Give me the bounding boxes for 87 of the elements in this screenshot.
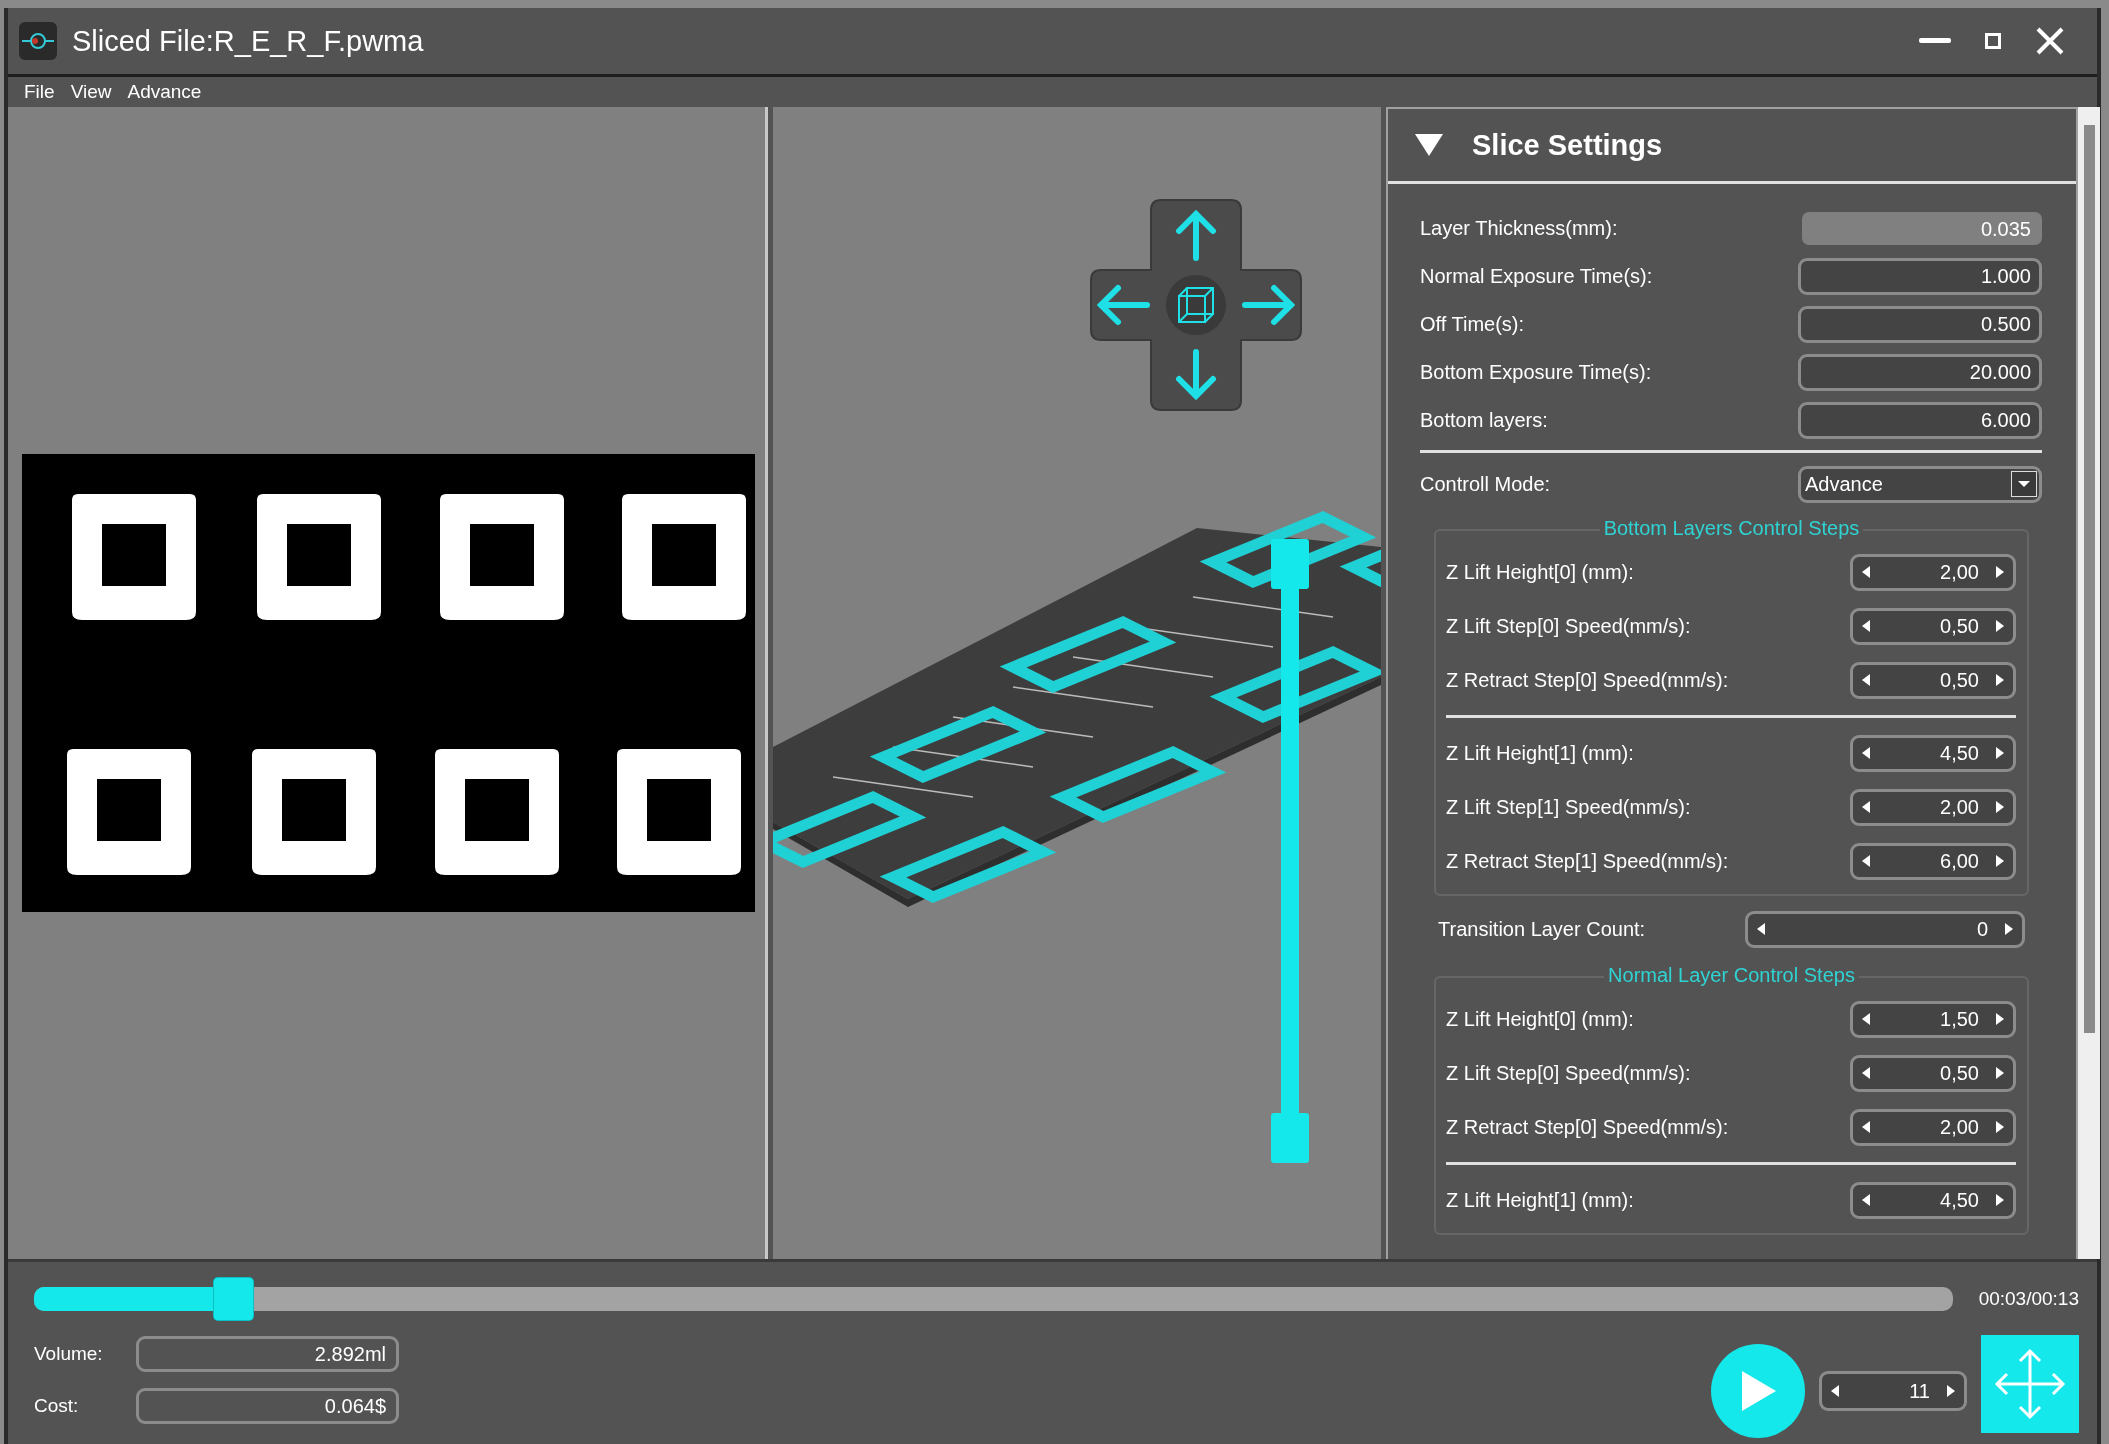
increment-arrow-icon[interactable] [1995, 673, 2005, 687]
decrement-arrow-icon[interactable] [1830, 1384, 1840, 1398]
group-title: Bottom Layers Control Steps [1599, 517, 1864, 539]
decrement-arrow-icon[interactable] [1861, 619, 1871, 633]
move-arrows-icon [1993, 1347, 2067, 1421]
increment-arrow-icon[interactable] [1995, 1066, 2005, 1080]
increment-arrow-icon[interactable] [1995, 1193, 2005, 1207]
decrement-arrow-icon[interactable] [1861, 1012, 1871, 1026]
arrow-up-icon[interactable] [1176, 209, 1216, 261]
decrement-arrow-icon[interactable] [1861, 1193, 1871, 1207]
number-spinner[interactable]: 0,50 [1850, 1054, 2016, 1092]
decrement-arrow-icon[interactable] [1861, 673, 1871, 687]
field-label: Layer Thickness(mm): [1420, 216, 1618, 240]
panel-title: Slice Settings [1472, 128, 1663, 162]
number-spinner[interactable]: 11 [1819, 1371, 1967, 1411]
readonly-field: 0.064$ [136, 1388, 399, 1424]
field-label: Z Lift Step[1] Speed(mm/s): [1446, 795, 1691, 819]
increment-arrow-icon[interactable] [1995, 746, 2005, 760]
app-logo-icon [18, 21, 58, 61]
number-spinner[interactable]: 0,50 [1850, 661, 2016, 699]
input-field[interactable]: 6.000 [1798, 401, 2042, 439]
decrement-arrow-icon[interactable] [1861, 1120, 1871, 1134]
field-label: Bottom Exposure Time(s): [1420, 360, 1652, 384]
increment-arrow-icon[interactable] [1995, 854, 2005, 868]
collapse-triangle-icon[interactable] [1414, 133, 1444, 157]
field-label: Z Lift Step[0] Speed(mm/s): [1446, 1061, 1691, 1085]
number-spinner[interactable]: 4,50 [1850, 734, 2016, 772]
slider-handle[interactable] [1271, 1113, 1309, 1163]
field-label: Volume: [34, 1343, 104, 1365]
menu-item[interactable]: Advance [119, 81, 210, 103]
decrement-arrow-icon[interactable] [1861, 565, 1871, 579]
field-label: Z Lift Height[1] (mm): [1446, 741, 1634, 765]
minimize-icon[interactable] [1919, 37, 1951, 45]
number-spinner[interactable]: 2,00 [1850, 788, 2016, 826]
increment-arrow-icon[interactable] [1946, 1384, 1956, 1398]
increment-arrow-icon[interactable] [2004, 922, 2014, 936]
time-label: 00:03/00:13 [1978, 1288, 2079, 1310]
mode-dropdown[interactable]: Advance [1798, 465, 2042, 503]
number-spinner[interactable]: 0 [1745, 910, 2025, 948]
number-spinner[interactable]: 4,50 [1850, 1181, 2016, 1219]
slider-thumb[interactable] [214, 1278, 253, 1320]
field-label: Normal Exposure Time(s): [1420, 264, 1653, 288]
increment-arrow-icon[interactable] [1995, 565, 2005, 579]
increment-arrow-icon[interactable] [1995, 800, 2005, 814]
decrement-arrow-icon[interactable] [1861, 854, 1871, 868]
number-spinner[interactable]: 6,00 [1850, 842, 2016, 880]
field-label: Controll Mode: [1420, 472, 1551, 496]
input-field[interactable]: 1.000 [1798, 257, 2042, 295]
number-spinner[interactable]: 2,00 [1850, 553, 2016, 591]
decrement-arrow-icon[interactable] [1861, 1066, 1871, 1080]
arrow-down-icon[interactable] [1176, 349, 1216, 401]
increment-arrow-icon[interactable] [1995, 1012, 2005, 1026]
field-label: Cost: [34, 1395, 80, 1417]
number-spinner[interactable]: 2,00 [1850, 1108, 2016, 1146]
close-icon[interactable] [2035, 26, 2065, 56]
decrement-arrow-icon[interactable] [1861, 800, 1871, 814]
arrow-right-icon[interactable] [1242, 285, 1296, 325]
decrement-arrow-icon[interactable] [1756, 922, 1766, 936]
field-label: Transition Layer Count: [1438, 917, 1646, 941]
nav-pad[interactable] [1090, 199, 1302, 411]
window-title: Sliced File:R_E_R_F.pwma [72, 24, 425, 58]
group-title: Normal Layer Control Steps [1604, 964, 1859, 986]
increment-arrow-icon[interactable] [1995, 1120, 2005, 1134]
number-spinner[interactable]: 0,50 [1850, 607, 2016, 645]
menu-item[interactable]: File [16, 81, 63, 103]
arrow-left-icon[interactable] [1096, 285, 1150, 325]
input-field[interactable]: 20.000 [1798, 353, 2042, 391]
slider-handle[interactable] [1271, 539, 1309, 589]
field-label: Z Retract Step[0] Speed(mm/s): [1446, 1115, 1729, 1139]
field-label: Z Lift Step[0] Speed(mm/s): [1446, 614, 1691, 638]
cube-icon[interactable] [1166, 275, 1226, 335]
field-label: Bottom layers: [1420, 408, 1548, 432]
readonly-field: 0.035 [1802, 211, 2042, 245]
dropdown-caret-icon[interactable] [2011, 471, 2037, 497]
field-label: Z Retract Step[0] Speed(mm/s): [1446, 668, 1729, 692]
decrement-arrow-icon[interactable] [1861, 746, 1871, 760]
input-field[interactable]: 0.500 [1798, 305, 2042, 343]
field-label: Off Time(s): [1420, 312, 1525, 336]
menu-item[interactable]: View [62, 81, 120, 103]
maximize-icon[interactable] [1985, 33, 2001, 49]
field-label: Z Retract Step[1] Speed(mm/s): [1446, 849, 1729, 873]
readonly-field: 2.892ml [136, 1336, 399, 1372]
field-label: Z Lift Height[0] (mm): [1446, 560, 1634, 584]
number-spinner[interactable]: 1,50 [1850, 1000, 2016, 1038]
field-label: Z Lift Height[1] (mm): [1446, 1188, 1634, 1212]
increment-arrow-icon[interactable] [1995, 619, 2005, 633]
field-label: Z Lift Height[0] (mm): [1446, 1007, 1634, 1031]
